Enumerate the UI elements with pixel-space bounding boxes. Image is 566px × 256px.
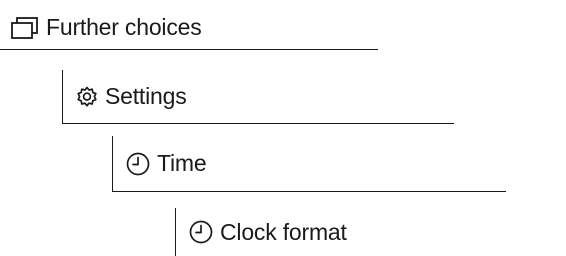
menu-item-label: Clock format <box>220 218 347 245</box>
menu-item-time[interactable]: Time <box>112 136 506 192</box>
clock-icon <box>188 219 214 245</box>
windows-icon <box>10 16 40 40</box>
menu-item-settings[interactable]: Settings <box>62 70 454 124</box>
menu-item-label: Time <box>157 150 207 176</box>
menu-item-further-choices[interactable]: Further choices <box>0 6 378 50</box>
menu-item-clock-format[interactable]: Clock format <box>175 208 555 256</box>
clock-icon <box>125 151 151 177</box>
menu-item-label: Further choices <box>46 14 202 40</box>
gear-icon <box>75 85 99 109</box>
menu-item-label: Settings <box>105 83 187 109</box>
